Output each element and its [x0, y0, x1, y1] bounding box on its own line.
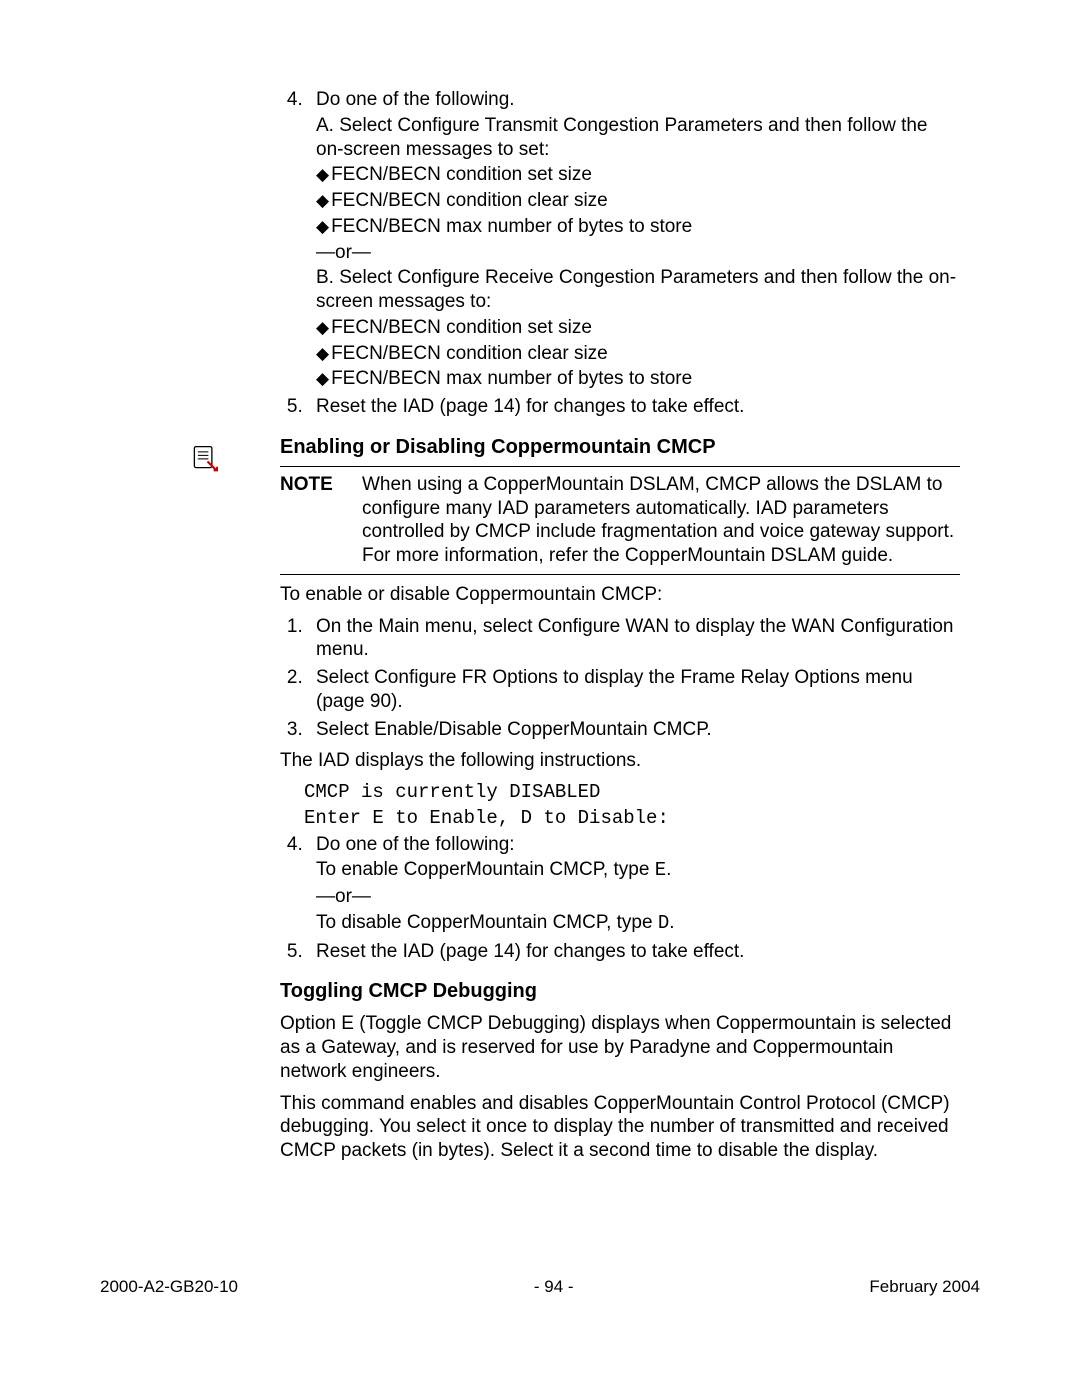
paragraph: Option E (Toggle CMCP Debugging) display…	[280, 1012, 960, 1083]
footer-center: - 94 -	[534, 1276, 574, 1297]
section-heading: Toggling CMCP Debugging	[280, 979, 960, 1004]
note-label: NOTE	[280, 473, 362, 497]
sub-b-intro: B. Select Configure Receive Congestion P…	[316, 266, 960, 314]
content-column: Do one of the following. A. Select Confi…	[280, 88, 960, 1171]
note-icon	[190, 444, 218, 472]
page-footer: 2000-A2-GB20-10 - 94 - February 2004	[100, 1276, 980, 1297]
list-item: On the Main menu, select Configure WAN t…	[308, 615, 960, 663]
page: Do one of the following. A. Select Confi…	[0, 0, 1080, 1397]
code-char: D	[658, 912, 669, 934]
note-block: NOTE When using a CopperMountain DSLAM, …	[280, 473, 960, 568]
footer-left: 2000-A2-GB20-10	[100, 1276, 238, 1297]
text: .	[669, 912, 674, 933]
text: To disable CopperMountain CMCP, type	[316, 912, 658, 933]
sub-line: To disable CopperMountain CMCP, type D.	[316, 911, 960, 936]
bullet-item: FECN/BECN condition clear size	[316, 342, 960, 366]
list-item: Reset the IAD (page 14) for changes to t…	[308, 395, 960, 419]
ordered-list-3: Do one of the following: To enable Coppe…	[280, 833, 960, 964]
list-item-text: Do one of the following.	[316, 89, 515, 110]
bullet-item: FECN/BECN condition clear size	[316, 189, 960, 213]
rule	[280, 574, 960, 575]
list-item: Select Configure FR Options to display t…	[308, 666, 960, 714]
or-divider: —or—	[316, 885, 960, 909]
list-item: Do one of the following: To enable Coppe…	[308, 833, 960, 936]
list-item: Do one of the following. A. Select Confi…	[308, 88, 960, 391]
ordered-list-2: On the Main menu, select Configure WAN t…	[280, 615, 960, 742]
bullet-item: FECN/BECN condition set size	[316, 316, 960, 340]
bullet-item: FECN/BECN max number of bytes to store	[316, 367, 960, 391]
list-item-text: Select Enable/Disable CopperMountain CMC…	[316, 719, 712, 740]
code-line: CMCP is currently DISABLED	[304, 781, 960, 805]
list-item-text: On the Main menu, select Configure WAN t…	[316, 616, 954, 661]
list-item-text: Select Configure FR Options to display t…	[316, 667, 913, 712]
list-item-text: Do one of the following:	[316, 834, 515, 855]
list-item: Select Enable/Disable CopperMountain CMC…	[308, 718, 960, 742]
code-line: Enter E to Enable, D to Disable:	[304, 807, 960, 831]
footer-right: February 2004	[869, 1276, 980, 1297]
paragraph: This command enables and disables Copper…	[280, 1092, 960, 1163]
intro-paragraph: To enable or disable Coppermountain CMCP…	[280, 583, 960, 607]
list-item: Reset the IAD (page 14) for changes to t…	[308, 940, 960, 964]
code-char: E	[655, 859, 666, 881]
list-item-text: Reset the IAD (page 14) for changes to t…	[316, 396, 744, 417]
bullet-item: FECN/BECN max number of bytes to store	[316, 215, 960, 239]
paragraph: The IAD displays the following instructi…	[280, 749, 960, 773]
sub-a-intro: A. Select Configure Transmit Congestion …	[316, 114, 960, 162]
bullet-item: FECN/BECN condition set size	[316, 163, 960, 187]
ordered-list-1: Do one of the following. A. Select Confi…	[280, 88, 960, 419]
rule	[280, 466, 960, 467]
note-text: When using a CopperMountain DSLAM, CMCP …	[362, 473, 960, 568]
or-divider: —or—	[316, 241, 960, 265]
sub-line: To enable CopperMountain CMCP, type E.	[316, 858, 960, 883]
text: To enable CopperMountain CMCP, type	[316, 859, 655, 880]
text: .	[666, 859, 671, 880]
section-heading: Enabling or Disabling Coppermountain CMC…	[280, 435, 960, 460]
list-item-text: Reset the IAD (page 14) for changes to t…	[316, 941, 744, 962]
